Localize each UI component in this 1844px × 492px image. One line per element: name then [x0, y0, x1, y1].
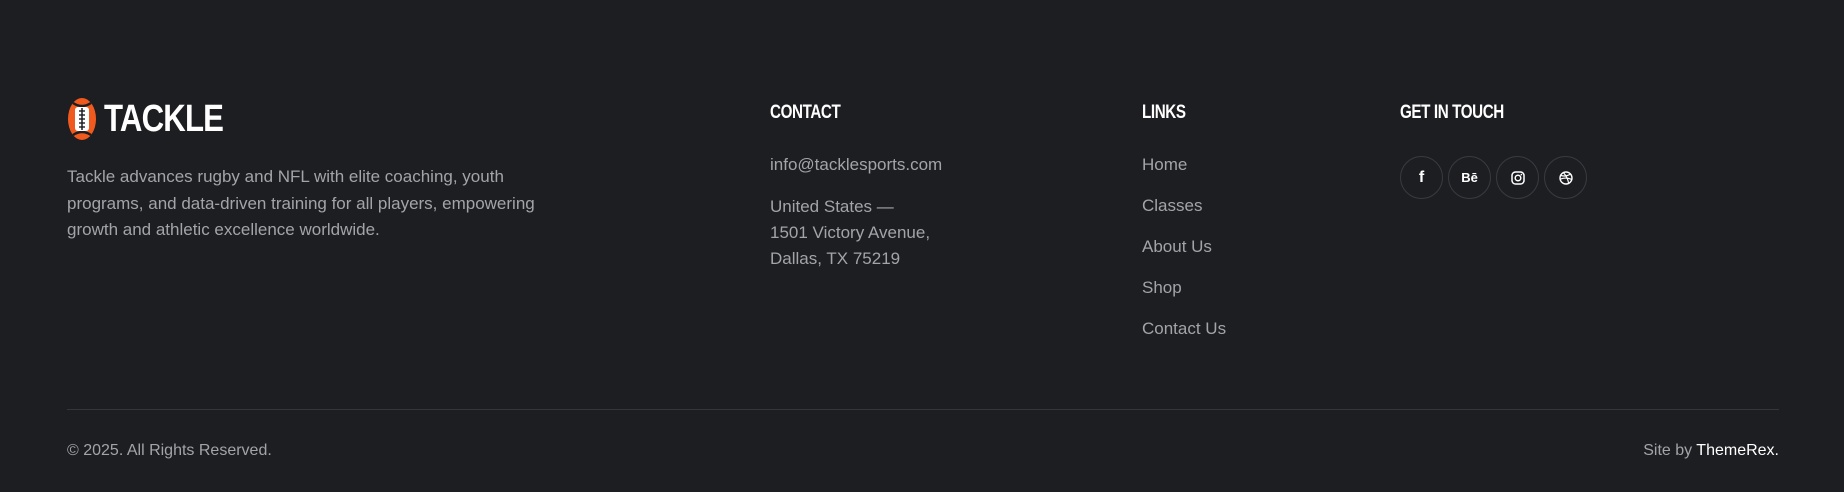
contact-address: United States — 1501 Victory Avenue, Dal…	[770, 194, 942, 272]
contact-column: CONTACT info@tacklesports.com United Sta…	[770, 102, 942, 272]
footer-divider	[67, 409, 1779, 410]
footer-link-home[interactable]: Home	[1142, 154, 1226, 176]
links-heading: LINKS	[1142, 102, 1186, 123]
contact-email-link[interactable]: info@tacklesports.com	[770, 154, 942, 176]
instagram-button[interactable]	[1496, 156, 1539, 199]
instagram-icon	[1510, 170, 1525, 185]
links-column: LINKS Home Classes About Us Shop Contact…	[1142, 102, 1226, 359]
brand-description-line: programs, and data-driven training for a…	[67, 193, 535, 213]
social-links: f Bē	[1400, 156, 1587, 199]
footer-link-about-us[interactable]: About Us	[1142, 236, 1226, 258]
address-line: 1501 Victory Avenue,	[770, 223, 931, 242]
logo[interactable]: TACKLE	[67, 96, 567, 142]
facebook-icon: f	[1418, 168, 1425, 186]
footer-nav: Home Classes About Us Shop Contact Us	[1142, 154, 1226, 340]
get-in-touch-column: GET IN TOUCH f Bē	[1400, 102, 1587, 199]
site-credit: Site by ThemeRex.	[1643, 441, 1779, 461]
facebook-button[interactable]: f	[1400, 156, 1443, 199]
behance-icon: Bē	[1461, 170, 1478, 185]
footer-link-classes[interactable]: Classes	[1142, 195, 1226, 217]
behance-button[interactable]: Bē	[1448, 156, 1491, 199]
site-footer: TACKLE Tackle advances rugby and NFL wit…	[0, 0, 1844, 492]
brand-name: TACKLE	[104, 98, 224, 140]
get-in-touch-heading: GET IN TOUCH	[1400, 102, 1504, 123]
footer-link-shop[interactable]: Shop	[1142, 277, 1226, 299]
brand-description-line: Tackle advances rugby and NFL with elite…	[67, 167, 504, 186]
contact-heading: CONTACT	[770, 102, 841, 123]
footer-link-contact-us[interactable]: Contact Us	[1142, 318, 1226, 340]
dribbble-button[interactable]	[1544, 156, 1587, 199]
dribbble-icon	[1558, 170, 1573, 185]
brand-description-line: growth and athletic excellence worldwide…	[67, 220, 380, 239]
copyright-text: © 2025. All Rights Reserved.	[67, 442, 272, 459]
brand-column: TACKLE Tackle advances rugby and NFL wit…	[67, 96, 567, 244]
themerex-link[interactable]: ThemeRex.	[1696, 442, 1779, 459]
brand-description: Tackle advances rugby and NFL with elite…	[67, 164, 567, 244]
site-credit-prefix: Site by	[1643, 442, 1697, 459]
address-line: United States —	[770, 197, 894, 216]
address-line: Dallas, TX 75219	[770, 249, 901, 268]
football-icon	[68, 98, 96, 140]
